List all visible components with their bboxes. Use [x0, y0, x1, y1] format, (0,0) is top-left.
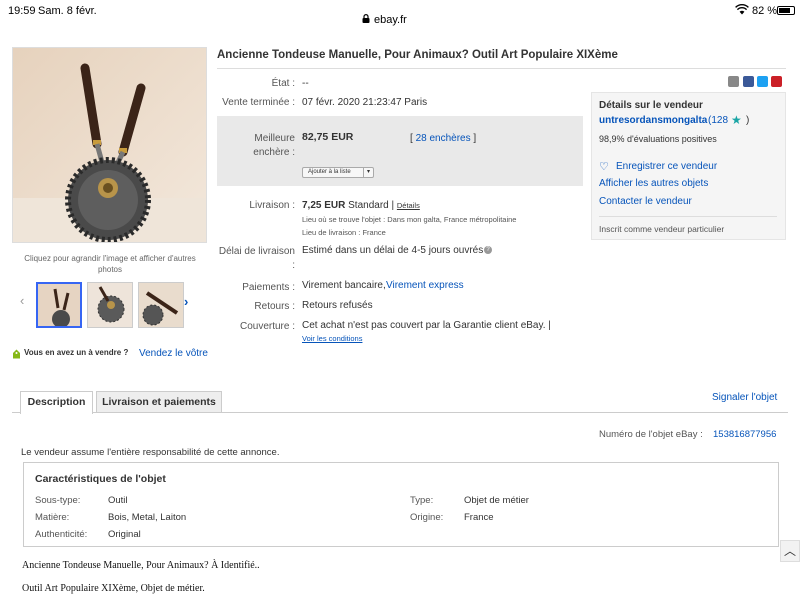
returns-value: Retours refusés — [302, 300, 373, 311]
battery-percent: 82 % — [752, 5, 778, 17]
title-divider — [217, 68, 786, 69]
star-icon: ★ — [731, 113, 742, 127]
delivery-delay-value: Estimé dans un délai de 4-5 jours ouvrés — [302, 245, 484, 256]
seller-heading: Détails sur le vendeur — [599, 100, 703, 111]
item-number-label: Numéro de l'objet eBay : — [599, 429, 703, 440]
coverage-value: Cet achat n'est pas couvert par la Garan… — [302, 320, 551, 331]
heart-icon[interactable]: ♡ — [599, 160, 609, 173]
facebook-share-icon[interactable] — [743, 76, 754, 87]
ship-to: Lieu de livraison : France — [302, 228, 386, 237]
scroll-to-top-button[interactable]: ︿ — [780, 540, 800, 562]
main-product-image[interactable] — [12, 47, 207, 243]
spec-subtype-label: Sous-type: — [35, 495, 81, 506]
save-seller-link[interactable]: Enregistrer ce vendeur — [616, 161, 717, 172]
item-number: 153816877956 — [713, 429, 777, 440]
coverage-conditions-link[interactable]: Voir les conditions — [302, 334, 362, 343]
chevron-up-icon: ︿ — [783, 544, 796, 558]
spec-subtype-value: Outil — [108, 495, 128, 506]
express-transfer-link[interactable]: Virement express — [386, 280, 464, 291]
responsibility-note: Le vendeur assume l'entière responsabili… — [21, 447, 280, 458]
tag-icon — [13, 349, 20, 359]
twitter-share-icon[interactable] — [757, 76, 768, 87]
watchlist-dropdown-icon[interactable]: ▾ — [363, 168, 373, 177]
description-line-1: Ancienne Tondeuse Manuelle, Pour Animaux… — [22, 560, 260, 571]
status-bar: 19:59 Sam. 8 févr. ebay.fr 82 % — [0, 0, 800, 34]
spec-type-label: Type: — [410, 495, 434, 506]
email-share-icon[interactable] — [728, 76, 739, 87]
delivery-delay-label: Délai de livraison : — [218, 246, 295, 271]
end-value: 07 févr. 2020 21:23:47 Paris — [302, 97, 428, 108]
best-bid-value: 82,75 EUR — [302, 131, 354, 143]
thumbnail-next-icon[interactable]: › — [184, 294, 188, 309]
product-photo — [13, 48, 206, 242]
status-time: 19:59 — [8, 5, 36, 17]
wifi-icon — [735, 4, 749, 15]
thumbnail-prev-icon[interactable]: ‹ — [20, 293, 24, 308]
spec-type-value: Objet de métier — [464, 495, 529, 506]
description-line-2: Outil Art Populaire XIXème, Objet de mét… — [22, 583, 205, 594]
shipping-details-link[interactable]: Détails — [397, 201, 420, 210]
shipping-line: 7,25 EUR Standard | Détails — [302, 200, 420, 211]
returns-label: Retours : — [254, 301, 295, 312]
seller-feedback: 98,9% d'évaluations positives — [599, 134, 717, 144]
thumbnail-2[interactable] — [87, 282, 133, 328]
pinterest-share-icon[interactable] — [771, 76, 782, 87]
spec-authenticity-value: Original — [108, 529, 141, 540]
seller-divider — [599, 216, 777, 217]
thumbnail-1[interactable] — [36, 282, 82, 328]
payments-value: Virement bancaire, — [302, 280, 386, 291]
info-icon[interactable]: ? — [484, 246, 492, 254]
image-caption: Cliquez pour agrandir l'image et affiche… — [24, 254, 196, 274]
seller-score[interactable]: (128 — [708, 115, 728, 126]
spec-origin-label: Origine: — [410, 512, 444, 523]
spec-material-value: Bois, Metal, Laiton — [108, 512, 187, 523]
shipping-price: 7,25 EUR — [302, 200, 346, 211]
tab-divider — [12, 412, 788, 413]
battery-icon — [777, 6, 795, 15]
spec-origin-value: France — [464, 512, 494, 523]
seller-score-close: ) — [746, 115, 750, 126]
item-title: Ancienne Tondeuse Manuelle, Pour Animaux… — [217, 49, 618, 61]
spec-authenticity-label: Authenticité: — [35, 529, 88, 540]
payments-label: Paiements : — [242, 282, 295, 293]
thumbnail-3[interactable] — [138, 282, 184, 328]
add-to-watchlist-button[interactable]: Ajouter à la liste ▾ — [302, 167, 374, 178]
best-bid-label: Meilleure enchère : — [253, 133, 295, 158]
bids-count-link[interactable]: 28 enchères — [416, 133, 471, 144]
seller-other-items-link[interactable]: Afficher les autres objets — [599, 178, 708, 189]
end-label: Vente terminée : — [222, 97, 295, 108]
item-location: Lieu où se trouve l'objet : Dans mon gal… — [302, 215, 517, 224]
seller-registered: Inscrit comme vendeur particulier — [599, 224, 725, 234]
contact-seller-link[interactable]: Contacter le vendeur — [599, 196, 692, 207]
state-value: -- — [302, 78, 309, 89]
lock-icon — [362, 14, 370, 23]
report-item-link[interactable]: Signaler l'objet — [712, 392, 777, 403]
sell-question: Vous en avez un à vendre ? — [24, 348, 129, 357]
state-label: État : — [271, 78, 295, 89]
shipping-type: Standard — [348, 200, 389, 211]
watchlist-label: Ajouter à la liste — [308, 169, 351, 175]
sell-yours-link[interactable]: Vendez le vôtre — [139, 348, 208, 359]
specs-title: Caractéristiques de l'objet — [35, 473, 166, 485]
seller-name-link[interactable]: untresordansmongalta — [599, 115, 707, 126]
tab-description[interactable]: Description — [20, 391, 93, 414]
status-date: Sam. 8 févr. — [38, 5, 97, 17]
address-bar-url[interactable]: ebay.fr — [374, 14, 407, 26]
shipping-label: Livraison : — [249, 200, 295, 211]
spec-material-label: Matière: — [35, 512, 70, 523]
coverage-label: Couverture : — [239, 321, 295, 332]
tab-shipping-payments[interactable]: Livraison et paiements — [96, 391, 222, 413]
bids-link-wrap[interactable]: [ 28 enchères ] — [410, 133, 476, 144]
